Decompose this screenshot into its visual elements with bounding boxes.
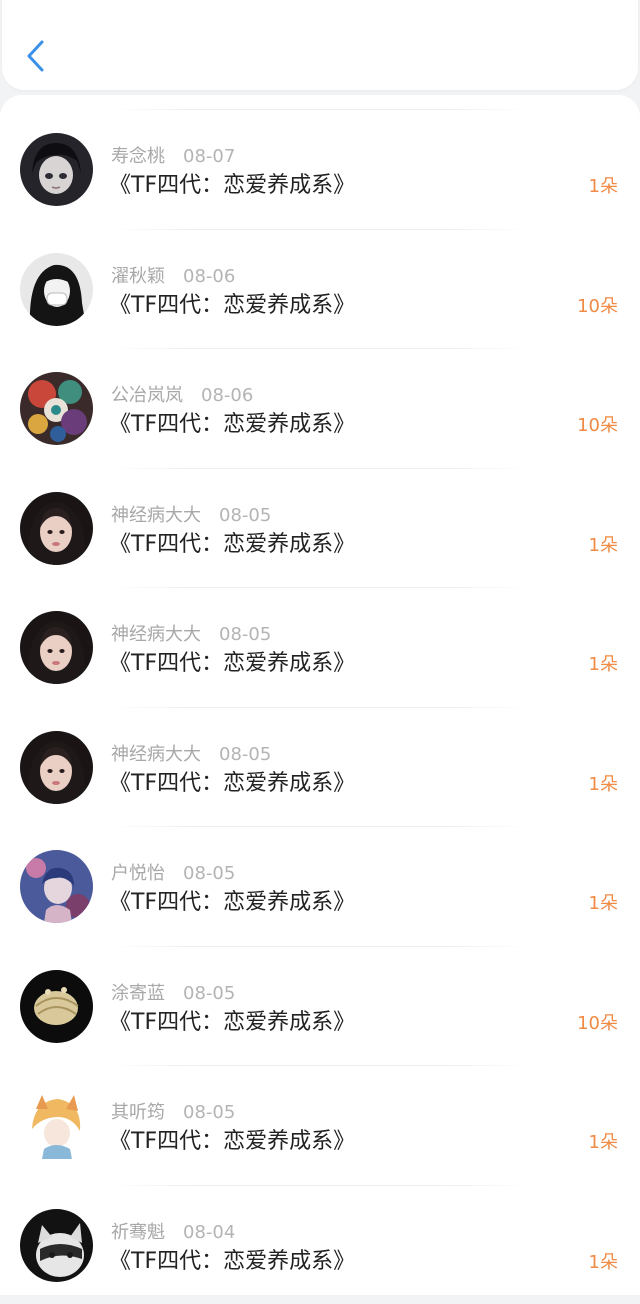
avatar[interactable] — [20, 850, 93, 923]
avatar[interactable] — [20, 133, 93, 206]
sender-meta: 寿念桃 08-07 — [111, 142, 235, 168]
send-date: 08-05 — [183, 1102, 235, 1123]
send-date: 08-06 — [183, 266, 235, 287]
flower-count: 1朵 — [589, 650, 618, 676]
list-item[interactable]: 户悦怡 08-05 《TF四代：恋爱养成系》 1朵 — [0, 826, 640, 946]
send-date: 08-07 — [183, 146, 235, 167]
avatar[interactable] — [20, 253, 93, 326]
send-date: 08-05 — [219, 744, 271, 765]
list-item[interactable]: 濯秋颖 08-06 《TF四代：恋爱养成系》 10朵 — [0, 229, 640, 349]
sender-meta: 濯秋颖 08-06 — [111, 262, 235, 288]
flower-count: 1朵 — [589, 770, 618, 796]
work-title: 《TF四代：恋爱养成系》 — [109, 287, 355, 319]
sender-meta: 神经病大大 08-05 — [111, 740, 271, 766]
sender-name: 神经病大大 — [111, 505, 201, 526]
flower-count: 1朵 — [589, 531, 618, 557]
work-title: 《TF四代：恋爱养成系》 — [109, 884, 355, 916]
flower-count: 1朵 — [589, 1128, 618, 1154]
send-date: 08-06 — [201, 385, 253, 406]
send-date: 08-05 — [219, 505, 271, 526]
list-item[interactable]: 神经病大大 08-05 《TF四代：恋爱养成系》 1朵 — [0, 587, 640, 707]
sender-meta: 神经病大大 08-05 — [111, 620, 271, 646]
chevron-left-icon — [25, 39, 47, 73]
list-item[interactable]: 神经病大大 08-05 《TF四代：恋爱养成系》 1朵 — [0, 707, 640, 827]
list-item[interactable]: 其听筠 08-05 《TF四代：恋爱养成系》 1朵 — [0, 1065, 640, 1185]
avatar[interactable] — [20, 970, 93, 1043]
sender-meta: 户悦怡 08-05 — [111, 859, 235, 885]
sender-name: 祈骞魁 — [111, 1222, 165, 1243]
back-button[interactable] — [20, 36, 52, 76]
list-item[interactable]: 公冶岚岚 08-06 《TF四代：恋爱养成系》 10朵 — [0, 348, 640, 468]
avatar[interactable] — [20, 731, 93, 804]
sender-name: 神经病大大 — [111, 624, 201, 645]
flower-count: 10朵 — [577, 292, 618, 318]
work-title: 《TF四代：恋爱养成系》 — [109, 167, 355, 199]
avatar[interactable] — [20, 611, 93, 684]
sender-meta: 公冶岚岚 08-06 — [111, 381, 253, 407]
avatar[interactable] — [20, 372, 93, 445]
sender-meta: 祈骞魁 08-04 — [111, 1218, 235, 1244]
work-title: 《TF四代：恋爱养成系》 — [109, 765, 355, 797]
send-date: 08-05 — [219, 624, 271, 645]
top-bar — [2, 0, 638, 90]
avatar[interactable] — [20, 1089, 93, 1162]
sender-meta: 神经病大大 08-05 — [111, 501, 271, 527]
send-date: 08-04 — [183, 1222, 235, 1243]
sender-name: 其听筠 — [111, 1102, 165, 1123]
work-title: 《TF四代：恋爱养成系》 — [109, 406, 355, 438]
sender-name: 濯秋颖 — [111, 266, 165, 287]
work-title: 《TF四代：恋爱养成系》 — [109, 1123, 355, 1155]
sender-name: 户悦怡 — [111, 863, 165, 884]
sender-meta: 涂寄蓝 08-05 — [111, 979, 235, 1005]
list-item[interactable]: 神经病大大 08-05 《TF四代：恋爱养成系》 1朵 — [0, 468, 640, 588]
sender-name: 公冶岚岚 — [111, 385, 183, 406]
send-date: 08-05 — [183, 863, 235, 884]
list-item[interactable]: 祈骞魁 08-04 《TF四代：恋爱养成系》 1朵 — [0, 1185, 640, 1304]
sender-name: 神经病大大 — [111, 744, 201, 765]
sender-meta: 其听筠 08-05 — [111, 1098, 235, 1124]
work-title: 《TF四代：恋爱养成系》 — [109, 526, 355, 558]
sender-name: 寿念桃 — [111, 146, 165, 167]
flower-count: 10朵 — [577, 1009, 618, 1035]
list-item[interactable]: 涂寄蓝 08-05 《TF四代：恋爱养成系》 10朵 — [0, 946, 640, 1066]
list-item[interactable]: 寿念桃 08-07 《TF四代：恋爱养成系》 1朵 — [0, 109, 640, 229]
work-title: 《TF四代：恋爱养成系》 — [109, 1004, 355, 1036]
work-title: 《TF四代：恋爱养成系》 — [109, 645, 355, 677]
avatar[interactable] — [20, 492, 93, 565]
work-title: 《TF四代：恋爱养成系》 — [109, 1243, 355, 1275]
send-date: 08-05 — [183, 983, 235, 1004]
gift-record-panel: 寿念桃 08-07 《TF四代：恋爱养成系》 1朵 濯秋颖 08-06 《TF四代：… — [0, 95, 640, 1295]
avatar[interactable] — [20, 1209, 93, 1282]
flower-count: 1朵 — [589, 1248, 618, 1274]
flower-count: 1朵 — [589, 172, 618, 198]
flower-count: 10朵 — [577, 411, 618, 437]
gift-record-list: 寿念桃 08-07 《TF四代：恋爱养成系》 1朵 濯秋颖 08-06 《TF四代：… — [0, 109, 640, 1304]
flower-count: 1朵 — [589, 889, 618, 915]
sender-name: 涂寄蓝 — [111, 983, 165, 1004]
